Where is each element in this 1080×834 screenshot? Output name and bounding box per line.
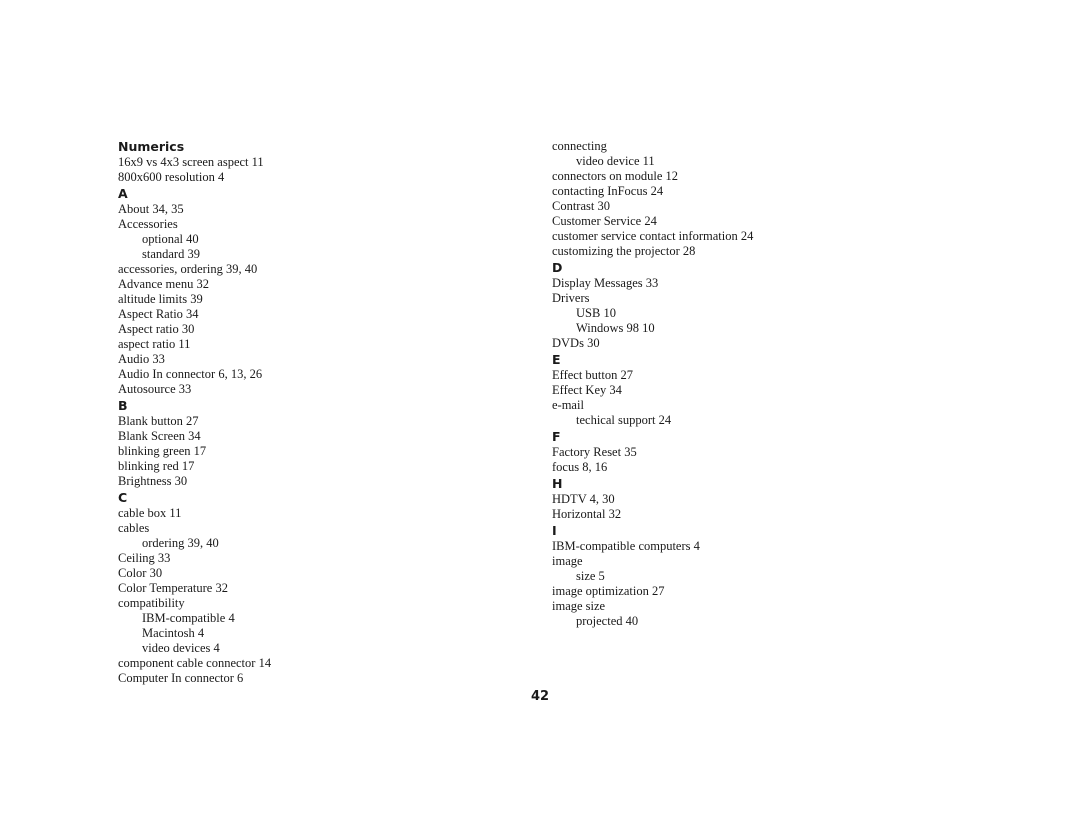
index-entry: Color Temperature 32 (118, 581, 228, 595)
index-entry: Customer Service 24 (552, 214, 657, 228)
index-entry: cables (118, 521, 150, 535)
index-entry: accessories, ordering 39, 40 (118, 262, 258, 276)
index-entry: connecting (552, 139, 607, 153)
index-section-heading: A (118, 186, 128, 201)
index-entry: focus 8, 16 (552, 460, 608, 474)
index-entry: Audio 33 (118, 352, 165, 366)
index-entry: image size (552, 599, 606, 613)
index-subentry: projected 40 (576, 614, 639, 628)
index-entry: e-mail (552, 398, 584, 412)
index-entry: Aspect ratio 30 (118, 322, 195, 336)
index-entry: Brightness 30 (118, 474, 188, 488)
index-entry: image optimization 27 (552, 584, 665, 598)
page-number: 42 (530, 689, 550, 704)
index-column-left: Numerics 16x9 vs 4x3 screen aspect 11 800x… (118, 139, 271, 686)
index-subentry: USB 10 (576, 306, 616, 320)
index-entry: Blank button 27 (118, 414, 199, 428)
index-subentry: techical support 24 (576, 413, 672, 427)
index-entry: customer service contact information 24 (552, 229, 754, 243)
index-entry: Audio In connector 6, 13, 26 (118, 367, 263, 381)
index-entry: Accessories (118, 217, 178, 231)
index-entry: Drivers (552, 291, 590, 305)
index-entry: Blank Screen 34 (118, 429, 201, 443)
index-subentry: ordering 39, 40 (142, 536, 219, 550)
index-subentry: optional 40 (142, 232, 199, 246)
index-section-heading: H (552, 476, 563, 491)
index-entry: DVDs 30 (552, 336, 600, 350)
index-entry: compatibility (118, 596, 185, 610)
index-entry: component cable connector 14 (118, 656, 272, 670)
index-subentry: size 5 (576, 569, 605, 583)
index-section-heading: I (552, 523, 557, 538)
index-entry: Factory Reset 35 (552, 445, 637, 459)
index-entry: image (552, 554, 583, 568)
index-section-heading: E (552, 352, 561, 367)
index-entry: Color 30 (118, 566, 163, 580)
index-subentry: Macintosh 4 (142, 626, 205, 640)
index-entry: IBM-compatible computers 4 (552, 539, 700, 553)
index-entry: 16x9 vs 4x3 screen aspect 11 (118, 155, 264, 169)
index-entry: altitude limits 39 (118, 292, 203, 306)
index-entry: About 34, 35 (118, 202, 184, 216)
index-entry: connectors on module 12 (552, 169, 679, 183)
index-section-heading: B (118, 398, 128, 413)
index-entry: HDTV 4, 30 (552, 492, 615, 506)
index-entry: 800x600 resolution 4 (118, 170, 225, 184)
index-column-right: connecting video device 11 connectors on m… (552, 139, 753, 629)
index-section-heading: Numerics (118, 139, 185, 154)
index-entry: Effect Key 34 (552, 383, 622, 397)
index-section-heading: C (118, 490, 128, 505)
index-entry: blinking green 17 (118, 444, 207, 458)
index-entry: cable box 11 (118, 506, 182, 520)
index-section-heading: F (552, 429, 561, 444)
index-entry: Horizontal 32 (552, 507, 622, 521)
index-section-heading: D (552, 260, 563, 275)
index-entry: Aspect Ratio 34 (118, 307, 199, 321)
index-entry: aspect ratio 11 (118, 337, 191, 351)
index-entry: Contrast 30 (552, 199, 610, 213)
index-subentry: video device 11 (576, 154, 655, 168)
index-entry: Autosource 33 (118, 382, 192, 396)
index-entry: contacting InFocus 24 (552, 184, 664, 198)
index-entry: blinking red 17 (118, 459, 195, 473)
index-entry: Ceiling 33 (118, 551, 171, 565)
index-entry: Display Messages 33 (552, 276, 659, 290)
index-subentry: standard 39 (142, 247, 200, 261)
index-entry: customizing the projector 28 (552, 244, 696, 258)
index-subentry: video devices 4 (142, 641, 220, 655)
index-entry: Advance menu 32 (118, 277, 209, 291)
index-entry: Computer In connector 6 (118, 671, 244, 685)
index-entry: Effect button 27 (552, 368, 633, 382)
index-subentry: Windows 98 10 (576, 321, 655, 335)
index-subentry: IBM-compatible 4 (142, 611, 235, 625)
